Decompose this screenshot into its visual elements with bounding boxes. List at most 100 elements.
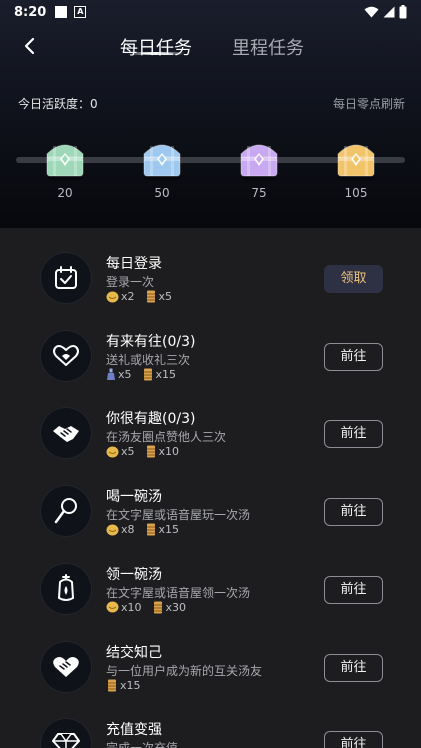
task-rewards: x5 x10	[106, 445, 179, 458]
reward-chest-icon[interactable]	[332, 138, 380, 182]
reward-amount: x10	[121, 600, 142, 614]
status-time: 8:20	[14, 4, 47, 20]
coin-icon	[106, 446, 119, 458]
task-row: 每日登录 登录一次 x2 x5 领取	[0, 231, 421, 309]
task-title: 充值变强	[106, 722, 162, 739]
task-title: 每日登录	[106, 256, 162, 272]
reward-amount: x8	[121, 523, 135, 537]
reward-amount: x15	[120, 678, 141, 692]
task-title: 喝一碗汤	[106, 489, 162, 506]
task-description: 在汤友圈点赞他人三次	[106, 430, 227, 445]
ticket-icon	[142, 368, 154, 381]
signal-icon	[383, 6, 395, 18]
reward-chest-icon[interactable]	[41, 138, 89, 182]
reward-item: x15	[145, 523, 180, 537]
reward-amount: x10	[158, 445, 180, 459]
reward-item: x15	[106, 679, 141, 692]
spoon-icon	[53, 497, 79, 525]
task-rewards: x2 x5	[106, 290, 172, 303]
task-icon-badge	[40, 562, 92, 615]
task-icon-badge	[40, 718, 92, 748]
reward-amount: x5	[158, 290, 173, 303]
reward-amount: x30	[165, 600, 187, 614]
go-button[interactable]: 前往	[324, 653, 383, 682]
tab-daily-tasks[interactable]: 每日任务	[120, 34, 192, 60]
task-description: 完成一次充值	[106, 739, 178, 748]
task-rewards: x10 x30	[106, 601, 186, 614]
reward-item: x5	[106, 445, 135, 458]
reward-chest-icon[interactable]	[235, 138, 283, 182]
task-icon-badge	[40, 640, 92, 693]
milestone-value: 20	[57, 186, 73, 200]
milestone-value: 75	[251, 186, 267, 200]
go-button[interactable]: 前往	[324, 420, 383, 449]
reward-item: x2	[106, 290, 135, 303]
reward-item: x10	[145, 445, 180, 459]
task-title: 领一碗汤	[106, 566, 162, 583]
calendar-check-icon	[53, 265, 79, 291]
task-description: 在文字屋或语音屋领一次汤	[106, 585, 251, 600]
status-bar: 8:20 A	[0, 0, 421, 24]
task-description: 送礼或收礼三次	[106, 352, 191, 367]
task-row: 喝一碗汤在文字屋或语音屋玩一次汤 x8 x15 前往	[0, 464, 421, 542]
ticket-icon	[145, 445, 157, 458]
diamond-icon	[52, 731, 80, 748]
reward-amount: x5	[121, 445, 135, 459]
bottle-icon	[106, 368, 116, 381]
task-rewards: x15	[106, 679, 141, 692]
go-button[interactable]: 前往	[324, 575, 383, 604]
ticket-icon	[152, 601, 164, 614]
notification-a-icon: A	[74, 6, 87, 18]
milestone-value: 105	[344, 186, 368, 200]
task-row: 结交知己与一位用户成为新的互关汤友 x15 前往	[0, 620, 421, 698]
handshake-icon	[51, 421, 81, 445]
reward-item: x5	[106, 368, 132, 381]
reward-item: x10	[106, 601, 142, 614]
handshake-heart-icon	[51, 654, 81, 680]
go-button[interactable]: 前往	[324, 731, 383, 748]
task-row: 充值变强完成一次充值 前往	[0, 697, 421, 748]
go-button[interactable]: 前往	[324, 498, 383, 527]
wifi-icon	[364, 6, 379, 18]
task-description: 在文字屋或语音屋玩一次汤	[106, 508, 251, 523]
lantern-icon	[54, 573, 78, 604]
gift-heart-icon	[52, 343, 80, 369]
battery-icon	[399, 5, 407, 19]
task-icon-badge	[40, 485, 92, 538]
tab-milestone-tasks[interactable]: 里程任务	[232, 34, 304, 60]
coin-icon	[106, 524, 119, 536]
task-icon-badge	[40, 252, 92, 304]
reward-amount: x5	[118, 367, 132, 381]
active-tab-indicator	[128, 52, 184, 55]
task-row: 你很有趣(0/3) 在汤友圈点赞他人三次 x5 x10 前往	[0, 386, 421, 464]
task-title: 结交知己	[106, 644, 162, 661]
reward-amount: x15	[155, 367, 177, 381]
reward-item: x15	[142, 367, 177, 381]
coin-icon	[106, 601, 119, 613]
activity-label: 今日活跃度：0	[18, 97, 98, 111]
top-nav: 每日任务 里程任务	[0, 30, 421, 62]
ticket-icon	[145, 523, 157, 536]
reward-item: x30	[152, 600, 187, 614]
reward-amount: x2	[121, 290, 135, 303]
reward-chest-icon[interactable]	[138, 138, 186, 182]
back-arrow-icon[interactable]	[18, 34, 42, 58]
task-icon-badge	[40, 407, 92, 460]
task-row: 领一碗汤在文字屋或语音屋领一次汤 x10 x30 前往	[0, 542, 421, 620]
task-title: 你很有趣(0/3)	[106, 411, 196, 428]
reward-item: x5	[145, 290, 173, 303]
claim-button[interactable]: 领取	[324, 265, 383, 293]
milestone-value: 50	[154, 186, 170, 200]
task-title: 有来有往(0/3)	[106, 333, 196, 350]
coin-icon	[106, 291, 119, 303]
refresh-note: 每日零点刷新	[332, 97, 405, 111]
go-button[interactable]: 前往	[324, 342, 383, 371]
task-description: 与一位用户成为新的互关汤友	[106, 663, 263, 678]
notification-square-icon	[55, 6, 68, 18]
task-rewards: x8 x15	[106, 523, 179, 536]
task-icon-badge	[40, 329, 92, 382]
reward-item: x8	[106, 523, 135, 536]
header: 8:20 A 每日任务 里程任务 今日活跃度：0 每日零点刷新 20 50 75 10…	[0, 0, 421, 228]
ticket-icon	[106, 679, 118, 692]
reward-amount: x15	[158, 523, 180, 537]
